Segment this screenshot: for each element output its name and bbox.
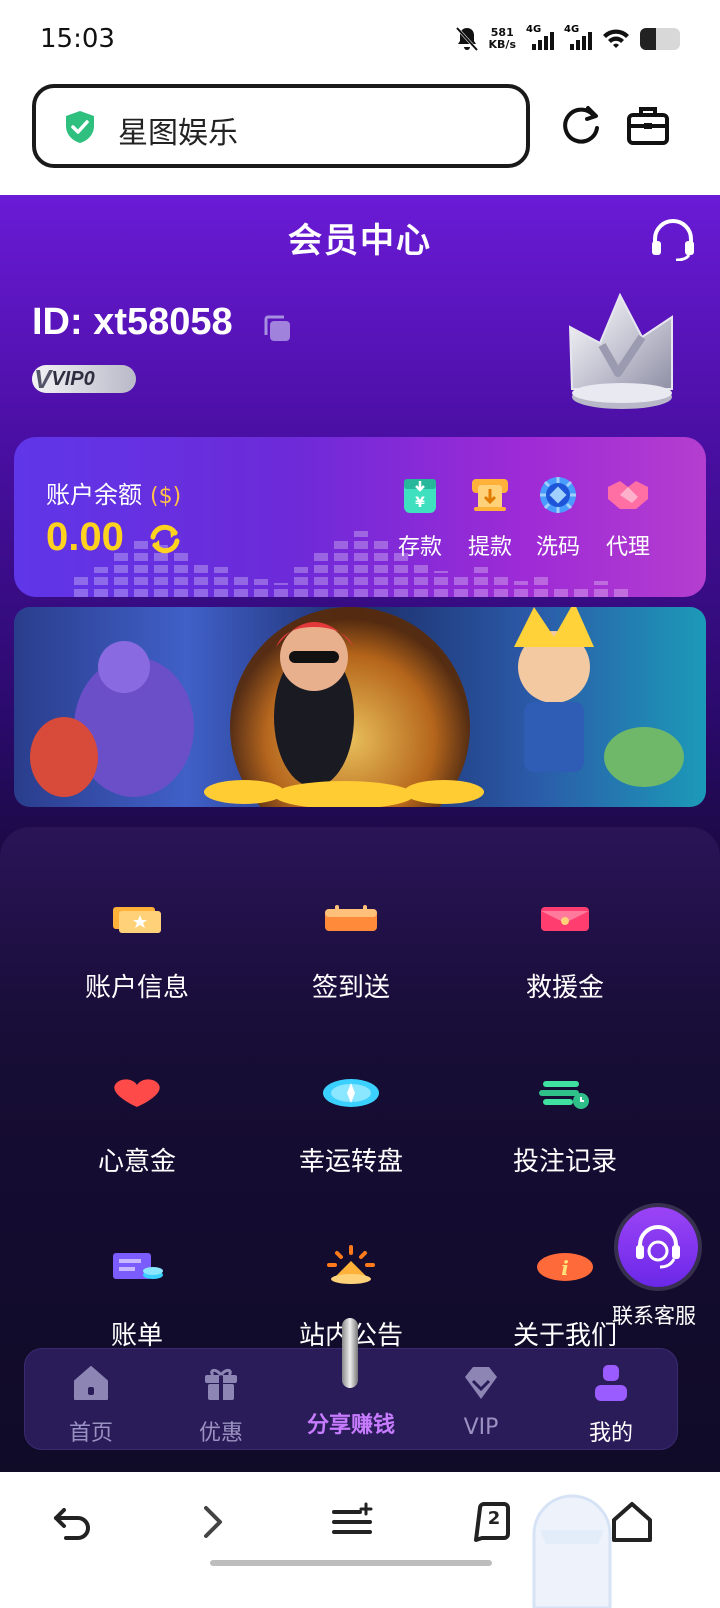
menu-label: 心意金 xyxy=(97,1147,176,1177)
signal-label: 4G xyxy=(564,24,580,35)
heart-icon xyxy=(114,1079,160,1107)
tab-count: 2 xyxy=(487,1508,501,1529)
account-card-icon xyxy=(113,907,161,933)
deposit-button[interactable]: ¥ 存款 xyxy=(390,473,450,561)
menu-label: 账户信息 xyxy=(84,973,189,1003)
agent-label: 代理 xyxy=(605,535,650,560)
calendar-icon xyxy=(325,905,377,931)
nav-label: VIP xyxy=(463,1415,499,1440)
page-title: 会员中心 xyxy=(288,221,432,261)
bet-record-icon xyxy=(539,1081,589,1109)
menu-checkin[interactable]: 签到送 xyxy=(251,887,451,1004)
withdraw-icon xyxy=(472,479,508,511)
svg-text:¥: ¥ xyxy=(415,495,425,511)
status-icons: 581 KB/s 4G 4G xyxy=(455,24,680,52)
menu-bill[interactable]: 账单 xyxy=(37,1235,237,1352)
menu-rescue-fund[interactable]: 救援金 xyxy=(465,887,665,1004)
menu-lucky-wheel[interactable]: 幸运转盘 xyxy=(251,1061,451,1178)
nav-label: 首页 xyxy=(68,1421,113,1446)
contact-support-button[interactable] xyxy=(618,1207,698,1287)
home-icon[interactable] xyxy=(610,1500,654,1544)
diamond-icon xyxy=(465,1367,497,1399)
nav-label: 优惠 xyxy=(198,1421,243,1446)
balance-value: 0.00 xyxy=(46,515,124,559)
promo-banner[interactable] xyxy=(14,607,706,807)
withdraw-button[interactable]: 提款 xyxy=(460,473,520,561)
balance-card: 账户余额 ($) 0.00 ¥ 存款 提款 洗码 代理 xyxy=(14,437,706,597)
address-bar[interactable]: 星图娱乐 xyxy=(32,84,530,168)
agent-button[interactable]: 代理 xyxy=(598,473,658,561)
mascot-peek-icon xyxy=(532,1494,612,1608)
toolbox-icon[interactable] xyxy=(626,104,670,146)
svg-text:i: i xyxy=(561,1256,569,1280)
menu-label: 签到送 xyxy=(311,973,390,1003)
status-time: 15:03 xyxy=(40,24,115,54)
vip-level: VIP0 xyxy=(51,367,95,390)
nav-vip[interactable]: VIP xyxy=(431,1363,531,1440)
vip-badge: V VIP0 xyxy=(32,363,136,394)
withdraw-label: 提款 xyxy=(467,535,512,560)
gift-icon xyxy=(205,1368,237,1400)
profile-icon xyxy=(595,1365,627,1401)
user-id: ID: xt58058 xyxy=(32,301,233,343)
balance-currency: ($) xyxy=(150,484,182,509)
balance-label-text: 账户余额 xyxy=(46,481,142,509)
mute-bell-icon xyxy=(455,26,478,52)
status-bar: 15:03 581 KB/s 4G 4G xyxy=(0,0,720,82)
reload-icon[interactable] xyxy=(560,104,602,146)
site-title: 星图娱乐 xyxy=(118,116,238,151)
rebate-button[interactable]: 洗码 xyxy=(528,473,588,561)
nav-mine[interactable]: 我的 xyxy=(561,1363,661,1447)
secure-shield-icon xyxy=(66,111,94,143)
copy-icon[interactable] xyxy=(262,313,294,345)
coin-decoration xyxy=(342,1318,358,1388)
menu-bet-records[interactable]: 投注记录 xyxy=(465,1061,665,1178)
menu-label: 投注记录 xyxy=(512,1147,617,1177)
net-speed: 581 KB/s xyxy=(489,27,516,51)
nav-label: 我的 xyxy=(588,1421,633,1446)
menu-gift-money[interactable]: 心意金 xyxy=(37,1061,237,1178)
red-envelope-icon xyxy=(541,907,589,931)
contact-support-label: 联系客服 xyxy=(612,1304,696,1328)
home-icon xyxy=(74,1366,108,1400)
home-indicator xyxy=(210,1560,492,1566)
agent-handshake-icon xyxy=(608,481,648,509)
forward-icon[interactable] xyxy=(190,1500,234,1544)
wheel-icon xyxy=(323,1079,379,1107)
headset-icon[interactable] xyxy=(650,217,696,261)
menu-label: 幸运转盘 xyxy=(298,1147,403,1177)
deposit-icon: ¥ xyxy=(404,479,436,513)
slot-game-banner-image xyxy=(30,607,684,807)
menu-icon[interactable] xyxy=(330,1500,374,1544)
refresh-balance-icon[interactable] xyxy=(148,523,182,555)
menu-label: 救援金 xyxy=(525,973,604,1003)
signal-label: 4G xyxy=(526,24,542,35)
browser-toolbar: 2 xyxy=(0,1472,720,1608)
bill-icon xyxy=(113,1253,163,1279)
net-speed-unit: KB/s xyxy=(488,38,516,51)
menu-account-info[interactable]: 账户信息 xyxy=(37,887,237,1004)
wifi-icon xyxy=(603,29,629,48)
balance-label: 账户余额 ($) xyxy=(46,475,181,510)
signal-strength-icon: 4G xyxy=(564,24,592,50)
vip-v-icon: V xyxy=(34,363,52,394)
info-icon: i xyxy=(537,1253,593,1281)
nav-home[interactable]: 首页 xyxy=(41,1363,141,1447)
nav-promotions[interactable]: 优惠 xyxy=(171,1363,271,1447)
deposit-label: 存款 xyxy=(397,535,442,560)
battery-icon xyxy=(640,28,680,50)
rebate-label: 洗码 xyxy=(535,535,580,560)
nav-label: 分享赚钱 xyxy=(306,1413,395,1438)
tabs-button[interactable]: 2 xyxy=(470,1500,514,1544)
silver-crown-icon xyxy=(568,293,673,409)
announcement-icon xyxy=(327,1245,375,1284)
customer-service-icon xyxy=(636,1225,680,1269)
menu-label: 账单 xyxy=(110,1321,163,1351)
rebate-chip-icon xyxy=(540,477,576,513)
back-icon[interactable] xyxy=(50,1500,94,1544)
signal-strength-icon: 4G xyxy=(526,24,554,50)
